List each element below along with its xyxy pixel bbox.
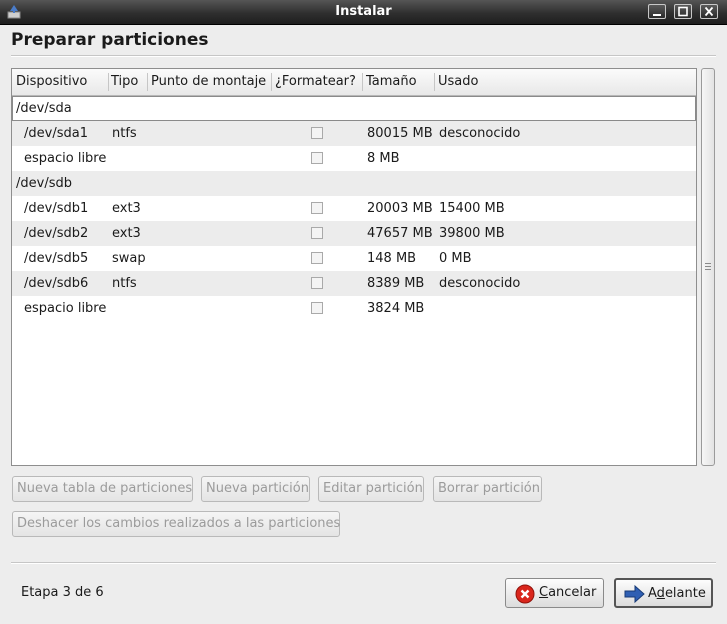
window-title: Instalar (335, 4, 392, 19)
device-cell: /dev/sdb2 (24, 226, 89, 241)
format-checkbox[interactable] (311, 202, 323, 214)
type-cell: ntfs (112, 276, 137, 291)
size-cell: 47657 MB (367, 226, 433, 241)
minimize-button[interactable] (648, 4, 666, 19)
table-row[interactable]: /dev/sdb1 ext3 20003 MB 15400 MB (12, 196, 696, 221)
used-cell: 15400 MB (439, 201, 505, 216)
forward-button[interactable]: Adelante (614, 578, 713, 608)
maximize-button[interactable] (674, 4, 692, 19)
table-header: Dispositivo Tipo Punto de montaje ¿Forma… (12, 69, 696, 96)
new-partition-table-button[interactable]: Nueva tabla de particiones (12, 476, 193, 502)
maximize-icon (678, 6, 688, 17)
format-checkbox[interactable] (311, 252, 323, 264)
table-row[interactable]: /dev/sdb2 ext3 47657 MB 39800 MB (12, 221, 696, 246)
used-cell: 39800 MB (439, 226, 505, 241)
table-row[interactable]: /dev/sdb5 swap 148 MB 0 MB (12, 246, 696, 271)
format-checkbox[interactable] (311, 227, 323, 239)
table-row[interactable]: espacio libre 3824 MB (12, 296, 696, 321)
device-cell: /dev/sdb1 (24, 201, 89, 216)
table-row[interactable]: /dev/sdb (12, 171, 696, 196)
cancel-button[interactable]: Cancelar (505, 578, 604, 608)
table-row[interactable]: /dev/sdb6 ntfs 8389 MB desconocido (12, 271, 696, 296)
device-cell: espacio libre (24, 301, 107, 316)
column-mount[interactable]: Punto de montaje (147, 69, 271, 95)
size-cell: 8389 MB (367, 276, 425, 291)
column-type[interactable]: Tipo (107, 69, 147, 95)
close-icon (704, 6, 714, 17)
device-cell: /dev/sdb (16, 176, 72, 191)
device-cell: /dev/sdb6 (24, 276, 89, 291)
table-row[interactable]: espacio libre 8 MB (12, 146, 696, 171)
titlebar[interactable]: Instalar (0, 0, 727, 25)
type-cell: ext3 (112, 226, 141, 241)
format-checkbox[interactable] (311, 152, 323, 164)
device-cell: espacio libre (24, 151, 107, 166)
vertical-scrollbar[interactable] (701, 68, 715, 466)
table-row[interactable]: /dev/sda1 ntfs 80015 MB desconocido (12, 121, 696, 146)
used-cell: desconocido (439, 126, 521, 141)
column-used[interactable]: Usado (434, 69, 534, 95)
title-separator (11, 55, 716, 57)
format-checkbox[interactable] (311, 302, 323, 314)
size-cell: 3824 MB (367, 301, 425, 316)
format-checkbox[interactable] (311, 277, 323, 289)
partition-table[interactable]: Dispositivo Tipo Punto de montaje ¿Forma… (11, 68, 697, 466)
scrollbar-grip-icon (705, 263, 711, 272)
size-cell: 8 MB (367, 151, 400, 166)
column-device[interactable]: Dispositivo (12, 69, 108, 95)
forward-arrow-icon (624, 584, 646, 615)
minimize-icon (653, 14, 661, 16)
column-size[interactable]: Tamaño (362, 69, 434, 95)
used-cell: desconocido (439, 276, 521, 291)
delete-partition-button[interactable]: Borrar partición (433, 476, 542, 502)
size-cell: 148 MB (367, 251, 417, 266)
edit-partition-button[interactable]: Editar partición (318, 476, 424, 502)
type-cell: ntfs (112, 126, 137, 141)
format-checkbox[interactable] (311, 127, 323, 139)
size-cell: 80015 MB (367, 126, 433, 141)
table-row[interactable]: /dev/sda (12, 96, 696, 121)
device-cell: /dev/sda (16, 101, 72, 116)
forward-label: Adelante (648, 586, 706, 601)
device-cell: /dev/sda1 (24, 126, 88, 141)
cancel-icon (515, 584, 535, 615)
size-cell: 20003 MB (367, 201, 433, 216)
new-partition-button[interactable]: Nueva partición (201, 476, 310, 502)
column-format[interactable]: ¿Formatear? (271, 69, 363, 95)
footer-separator (11, 562, 716, 564)
installer-window: Instalar Preparar particiones Dispositiv… (0, 0, 727, 624)
undo-partition-changes-button[interactable]: Deshacer los cambios realizados a las pa… (12, 511, 340, 537)
device-cell: /dev/sdb5 (24, 251, 89, 266)
close-button[interactable] (700, 4, 718, 19)
used-cell: 0 MB (439, 251, 472, 266)
cancel-label: Cancelar (539, 585, 597, 600)
step-indicator: Etapa 3 de 6 (21, 585, 104, 600)
page-title: Preparar particiones (11, 30, 209, 50)
type-cell: swap (112, 251, 146, 266)
type-cell: ext3 (112, 201, 141, 216)
